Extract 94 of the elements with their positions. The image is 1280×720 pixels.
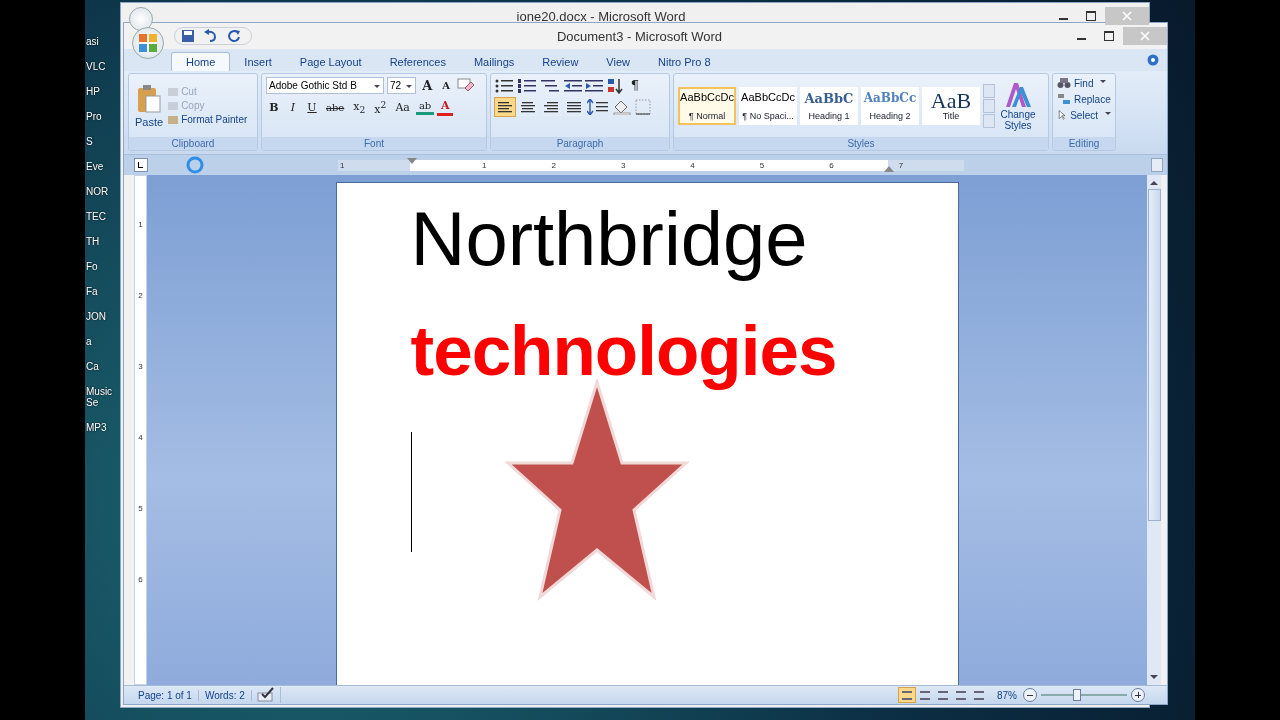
format-button[interactable]: I: [285, 99, 301, 115]
desktop-icon-label[interactable]: Pro: [86, 111, 120, 122]
desktop-icon-label[interactable]: NOR: [86, 186, 120, 197]
ribbon-tab[interactable]: Insert: [230, 53, 286, 71]
sort-icon[interactable]: [606, 77, 624, 94]
replace-icon: [1057, 93, 1071, 105]
format-button[interactable]: x$^{2}$: [371, 98, 390, 117]
desktop-icon-label[interactable]: TH: [86, 236, 120, 247]
desktop-icon-label[interactable]: asi: [86, 36, 120, 47]
four-squares-icon: [137, 32, 159, 54]
grow-font-button[interactable]: A: [419, 77, 436, 94]
shrink-font-button[interactable]: A: [438, 79, 455, 92]
ribbon-tab[interactable]: Page Layout: [285, 53, 376, 71]
view-mode-icon[interactable]: [899, 688, 915, 702]
desktop-icon-label[interactable]: VLC: [86, 61, 120, 72]
decrease-indent-icon[interactable]: [564, 78, 582, 93]
group-label: Clipboard: [129, 137, 257, 150]
format-button[interactable]: Aa: [392, 99, 413, 115]
page-count[interactable]: Page: 1 of 1: [132, 689, 199, 701]
desktop-icon-label[interactable]: a: [86, 336, 120, 347]
desktop-icon-label[interactable]: Fo: [86, 261, 120, 272]
desktop-icon-label[interactable]: HP: [86, 86, 120, 97]
line-spacing-icon[interactable]: [587, 99, 609, 115]
group-label: Paragraph: [491, 137, 669, 150]
desktop-icon-label[interactable]: Eve: [86, 161, 120, 172]
format-button[interactable]: abe: [323, 100, 348, 114]
editing-command[interactable]: Replace: [1057, 93, 1111, 105]
save-icon[interactable]: [181, 29, 195, 43]
zoom-in-button[interactable]: [1131, 688, 1145, 702]
horizontal-ruler[interactable]: 1 1 2 3 4 5 6 7: [338, 159, 964, 171]
close-icon: [1140, 31, 1150, 41]
increase-indent-icon[interactable]: [585, 78, 603, 93]
format-button[interactable]: ab: [415, 99, 435, 116]
desktop-icon-label[interactable]: S: [86, 136, 120, 147]
group-label: Font: [262, 137, 486, 150]
borders-icon[interactable]: [635, 99, 653, 115]
editing-command[interactable]: Select: [1057, 109, 1111, 121]
ribbon-tab[interactable]: Review: [528, 53, 593, 71]
ribbon-tab[interactable]: View: [592, 53, 644, 71]
format-button[interactable]: x$_{2}$: [350, 98, 369, 116]
vertical-ruler: 1 2 3 4 5 6: [134, 175, 147, 685]
desktop-icon-label[interactable]: TEC: [86, 211, 120, 222]
group-label: Editing: [1053, 137, 1115, 150]
style-gallery-item[interactable]: AaBbCc Heading 2: [861, 86, 919, 125]
tab-selector[interactable]: [134, 158, 148, 172]
heading-text: Northbridge: [410, 199, 808, 279]
multilevel-list-icon[interactable]: [541, 78, 561, 93]
format-button[interactable]: B: [266, 99, 282, 115]
format-button[interactable]: A: [437, 98, 454, 117]
view-mode-icon[interactable]: [935, 688, 951, 702]
vertical-scrollbar[interactable]: [1147, 175, 1161, 685]
view-mode-icon[interactable]: [953, 688, 969, 702]
view-mode-icon[interactable]: [917, 688, 933, 702]
show-formatting-marks-button[interactable]: ¶: [627, 77, 643, 94]
shading-icon[interactable]: [612, 99, 632, 115]
editing-command[interactable]: Find: [1057, 77, 1111, 89]
window-title: ione20.docx - Microsoft Word: [515, 8, 687, 24]
style-gallery-item[interactable]: AaBbC Heading 1: [800, 86, 858, 125]
undo-icon[interactable]: [203, 29, 219, 43]
desktop-icon-label[interactable]: Music Se: [86, 386, 120, 408]
desktop-icon-label[interactable]: JON: [86, 311, 120, 322]
paste-button[interactable]: Paste: [133, 81, 166, 130]
style-gallery-item[interactable]: AaBbCcDc ¶ No Spaci...: [739, 86, 797, 125]
numbering-icon[interactable]: [518, 78, 538, 93]
ribbon-tab[interactable]: Home: [171, 52, 231, 71]
cursor-arrow-icon: [1057, 109, 1068, 121]
window-title: Document3 - Microsoft Word: [555, 28, 724, 44]
change-styles-button[interactable]: Change Styles: [998, 80, 1038, 131]
view-mode-icon[interactable]: [971, 688, 987, 702]
close-icon: [1122, 11, 1132, 21]
help-icon[interactable]: [1147, 54, 1159, 66]
font-size-dropdown[interactable]: 72: [387, 77, 417, 94]
loading-spinner-icon: [185, 155, 205, 175]
align-text-icon[interactable]: [495, 98, 515, 116]
zoom-out-button[interactable]: [1023, 688, 1037, 702]
style-gallery-item[interactable]: AaB Title: [922, 86, 980, 125]
change-styles-icon: [1004, 80, 1032, 109]
clear-formatting-icon[interactable]: [457, 77, 476, 94]
font-name-dropdown[interactable]: Adobe Gothic Std B: [266, 77, 384, 94]
desktop-icon-label[interactable]: MP3: [86, 422, 120, 433]
redo-icon[interactable]: [227, 29, 241, 43]
desktop-icon-label[interactable]: Ca: [86, 361, 120, 372]
ribbon-tab[interactable]: References: [375, 53, 460, 71]
desktop-icon-label[interactable]: Fa: [86, 286, 120, 297]
clipboard-command[interactable]: Format Painter: [168, 114, 248, 125]
word-count[interactable]: Words: 2: [198, 689, 252, 701]
group-label: Styles: [674, 137, 1048, 150]
format-button[interactable]: U: [304, 99, 320, 115]
binoculars-icon: [1057, 77, 1071, 89]
zoom-level[interactable]: 87%: [997, 689, 1017, 701]
ribbon-tab[interactable]: Nitro Pro 8: [644, 53, 725, 71]
bullets-icon[interactable]: [495, 78, 515, 93]
style-gallery-item[interactable]: AaBbCcDc ¶ Normal: [678, 86, 736, 125]
ribbon-tab[interactable]: Mailings: [459, 53, 529, 71]
